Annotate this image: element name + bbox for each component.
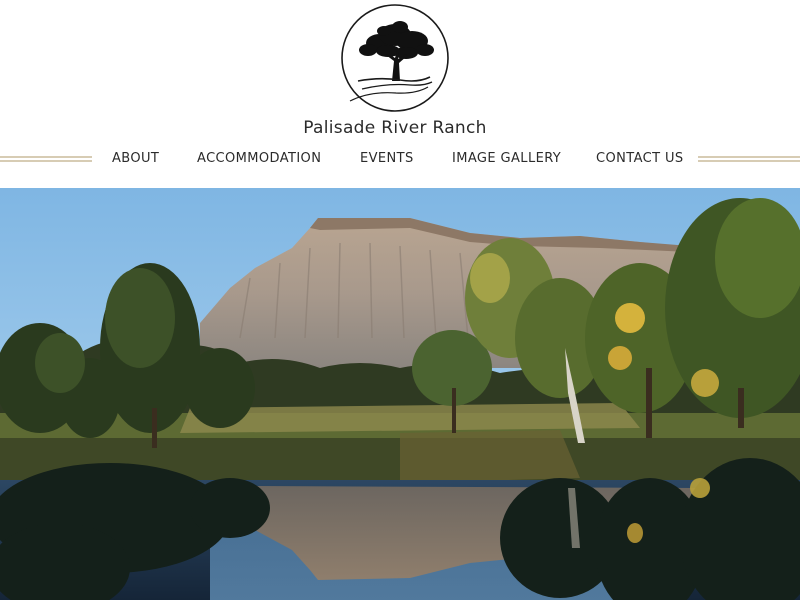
- nav-item-accommodation[interactable]: ACCOMMODATION: [197, 151, 321, 166]
- site-header: Palisade River Ranch ABOUT ACCOMMODATION…: [0, 0, 800, 188]
- hero-image: [0, 188, 800, 600]
- nav-item-image-gallery[interactable]: IMAGE GALLERY: [452, 151, 561, 166]
- page: Palisade River Ranch ABOUT ACCOMMODATION…: [0, 0, 800, 600]
- mesa-reflection-photo: [0, 188, 800, 600]
- site-title[interactable]: Palisade River Ranch: [0, 118, 790, 138]
- nav-item-contact-us[interactable]: CONTACT US: [596, 151, 684, 166]
- nav-item-events[interactable]: EVENTS: [360, 151, 414, 166]
- tree-logo-icon[interactable]: [340, 3, 450, 113]
- main-nav: ABOUT ACCOMMODATION EVENTS IMAGE GALLERY…: [0, 151, 800, 169]
- nav-item-about[interactable]: ABOUT: [112, 151, 159, 166]
